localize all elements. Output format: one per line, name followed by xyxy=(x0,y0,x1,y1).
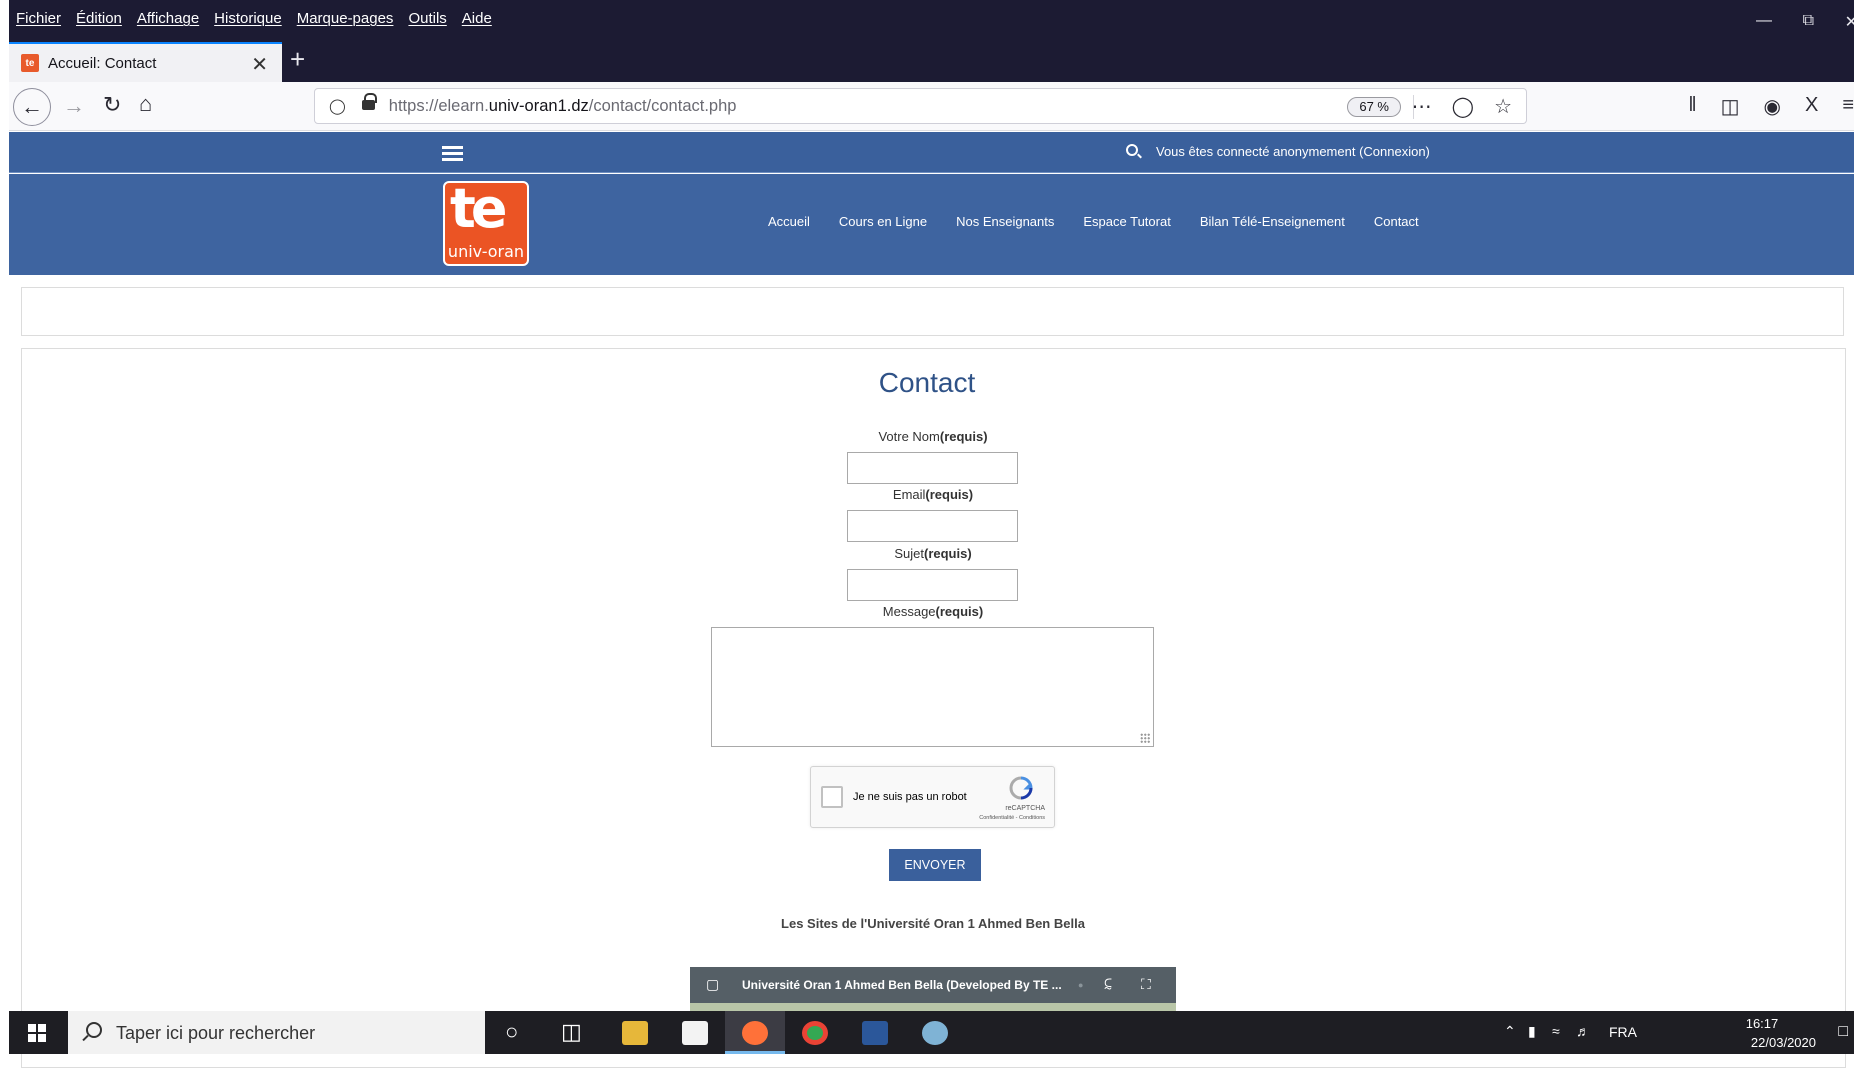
language-indicator[interactable]: FRA xyxy=(1609,1024,1637,1040)
recaptcha-brand: reCAPTCHA xyxy=(1005,805,1045,812)
file-explorer-icon[interactable] xyxy=(622,1021,648,1045)
hamburger-menu-icon[interactable] xyxy=(442,146,463,161)
clock-time[interactable]: 16:17 xyxy=(1722,1016,1802,1031)
tab-title: Accueil: Contact xyxy=(48,54,157,72)
restore-icon[interactable]: ⧉ xyxy=(1803,12,1814,30)
menu-marque-pages[interactable]: Marque-pages xyxy=(297,10,394,32)
forward-arrow-icon[interactable]: → xyxy=(63,94,85,118)
nav-bilan-tele-enseignement[interactable]: Bilan Télé-Enseignement xyxy=(1200,214,1345,229)
notification-icon[interactable]: □ xyxy=(1838,1023,1848,1041)
subject-label: Sujet(requis) xyxy=(894,546,972,561)
page-actions-icon[interactable]: ⋯ xyxy=(1412,94,1432,119)
notepad-icon[interactable] xyxy=(682,1021,708,1045)
nav-accueil[interactable]: Accueil xyxy=(768,214,810,229)
left-edge xyxy=(0,0,9,1054)
wifi-icon[interactable]: ≈ xyxy=(1552,1023,1560,1039)
name-input[interactable] xyxy=(847,452,1018,484)
email-input[interactable] xyxy=(847,510,1018,542)
browser-titlebar: Fichier Édition Affichage Historique Mar… xyxy=(0,0,1854,82)
word-icon[interactable] xyxy=(862,1021,888,1045)
taskbar-search-box[interactable]: Taper ici pour rechercher xyxy=(68,1011,485,1054)
site-logo[interactable]: te univ-oran xyxy=(443,181,529,266)
menu-aide[interactable]: Aide xyxy=(462,10,492,32)
shield-icon[interactable]: ◯ xyxy=(329,97,346,115)
taskbar-search-icon xyxy=(86,1022,102,1038)
video-dot-icon: ● xyxy=(1078,980,1084,990)
tab-close-icon[interactable]: ✕ xyxy=(251,52,268,77)
resize-grip-icon[interactable] xyxy=(1140,733,1150,743)
recaptcha-label: Je ne suis pas un robot xyxy=(853,791,967,803)
share-icon[interactable]: ⫇ xyxy=(1104,976,1112,993)
new-tab-icon[interactable]: + xyxy=(290,45,305,73)
address-bar[interactable]: ◯ https://elearn.univ-oran1.dz/contact/c… xyxy=(314,88,1527,124)
browser-tab-active[interactable]: te Accueil: Contact ✕ xyxy=(9,42,282,82)
subject-input[interactable] xyxy=(847,569,1018,601)
recaptcha-widget: Je ne suis pas un robot reCAPTCHA Confid… xyxy=(810,766,1055,828)
nav-cours-en-ligne[interactable]: Cours en Ligne xyxy=(839,214,927,229)
search-icon[interactable] xyxy=(1126,144,1138,156)
menu-fichier[interactable]: Fichier xyxy=(16,10,61,32)
embedded-video-bar[interactable]: ▢ Université Oran 1 Ahmed Ben Bella (Dev… xyxy=(690,967,1176,1003)
message-textarea[interactable] xyxy=(711,627,1154,747)
menu-historique[interactable]: Historique xyxy=(214,10,282,32)
library-icon[interactable]: ‖ xyxy=(1688,94,1696,119)
menu-affichage[interactable]: Affichage xyxy=(137,10,199,32)
nav-espace-tutorat[interactable]: Espace Tutorat xyxy=(1083,214,1170,229)
volume-icon[interactable]: ♬ xyxy=(1576,1023,1590,1039)
url-text[interactable]: https://elearn.univ-oran1.dz/contact/con… xyxy=(389,97,737,116)
logo-subtitle: univ-oran xyxy=(447,242,525,261)
video-preview-strip xyxy=(690,1003,1176,1011)
login-status[interactable]: Vous êtes connecté anonymement (Connexio… xyxy=(1156,144,1430,159)
lock-icon[interactable] xyxy=(361,93,377,113)
close-window-icon[interactable]: ✕ xyxy=(1845,12,1854,32)
clock-date[interactable]: 22/03/2020 xyxy=(1751,1035,1816,1050)
video-playlist-icon[interactable]: ▢ xyxy=(706,976,719,993)
main-navigation: Accueil Cours en Ligne Nos Enseignants E… xyxy=(768,214,1448,229)
nav-nos-enseignants[interactable]: Nos Enseignants xyxy=(956,214,1054,229)
email-label: Email(requis) xyxy=(892,487,974,502)
firefox-icon[interactable] xyxy=(742,1021,768,1045)
back-arrow-icon[interactable]: ← xyxy=(13,88,51,126)
menu-outils[interactable]: Outils xyxy=(408,10,446,32)
message-label: Message(requis) xyxy=(882,604,984,619)
paint-icon[interactable] xyxy=(922,1021,948,1045)
taskbar-search-placeholder: Taper ici pour rechercher xyxy=(116,1023,316,1043)
sites-heading: Les Sites de l'Université Oran 1 Ahmed B… xyxy=(781,916,1085,931)
browser-navbar: ← → ↻ ⌂ ◯ https://elearn.univ-oran1.dz/c… xyxy=(9,82,1854,131)
nav-contact[interactable]: Contact xyxy=(1374,214,1419,229)
windows-start-icon[interactable] xyxy=(28,1024,46,1042)
recaptcha-checkbox[interactable] xyxy=(821,786,843,808)
fullscreen-icon[interactable]: ⛶ xyxy=(1141,976,1151,993)
bookmark-star-icon[interactable]: ☆ xyxy=(1494,94,1512,119)
task-view-icon[interactable]: ◫ xyxy=(561,1019,582,1045)
pocket-icon[interactable]: ◯ xyxy=(1452,94,1474,119)
extension-x-icon[interactable]: X xyxy=(1805,94,1818,119)
send-button[interactable]: ENVOYER xyxy=(889,849,981,881)
account-icon[interactable]: ◉ xyxy=(1764,94,1781,119)
cortana-icon[interactable]: ○ xyxy=(505,1019,518,1045)
reload-icon[interactable]: ↻ xyxy=(103,93,121,117)
minimize-icon[interactable]: — xyxy=(1756,12,1772,30)
tab-favicon-icon: te xyxy=(21,54,39,72)
site-header: te univ-oran Accueil Cours en Ligne Nos … xyxy=(9,174,1854,275)
tray-chevron-icon[interactable]: ⌃ xyxy=(1504,1023,1516,1040)
app-menu-icon[interactable]: ≡ xyxy=(1842,94,1854,119)
sidebar-icon[interactable]: ◫ xyxy=(1721,94,1740,119)
battery-icon[interactable]: ▮ xyxy=(1528,1023,1536,1040)
site-topbar: Vous êtes connecté anonymement (Connexio… xyxy=(9,132,1854,173)
menu-edition[interactable]: Édition xyxy=(76,10,122,32)
video-title[interactable]: Université Oran 1 Ahmed Ben Bella (Devel… xyxy=(742,978,1062,992)
logo-te-text: te xyxy=(450,181,507,240)
zoom-level-badge[interactable]: 67 % xyxy=(1347,97,1401,117)
recaptcha-terms-link[interactable]: Confidentialité - Conditions xyxy=(979,815,1045,821)
system-tray: ⌃ ▮ ≈ ♬ FRA 16:17 22/03/2020 □ xyxy=(1494,1011,1854,1054)
page-title: Contact xyxy=(878,367,976,398)
chrome-icon[interactable] xyxy=(802,1021,828,1045)
breadcrumb-panel xyxy=(21,287,1844,336)
name-label: Votre Nom(requis) xyxy=(878,429,988,444)
windows-taskbar: Taper ici pour rechercher ○ ◫ ⌃ ▮ ≈ ♬ FR… xyxy=(9,1011,1854,1054)
browser-menubar: Fichier Édition Affichage Historique Mar… xyxy=(16,10,492,32)
home-icon[interactable]: ⌂ xyxy=(139,92,152,116)
recaptcha-logo-icon xyxy=(1009,776,1033,800)
